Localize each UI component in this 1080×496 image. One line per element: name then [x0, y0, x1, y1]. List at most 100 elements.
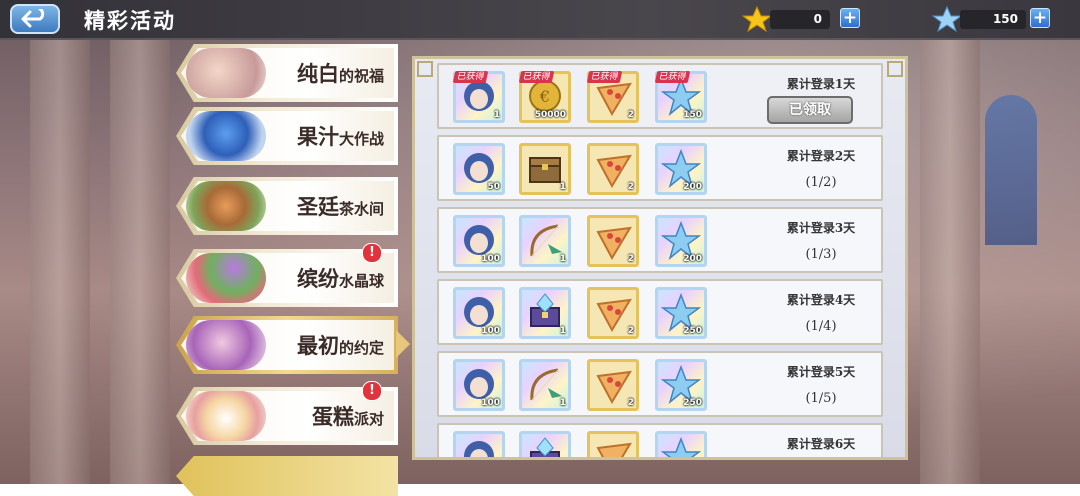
gem-box-item[interactable]: 1 [519, 287, 571, 339]
star-count: 0 [770, 10, 830, 29]
star-crystal-item[interactable]: 250 [655, 359, 707, 411]
add-crystal-button[interactable]: + [1030, 8, 1050, 28]
pizza-slice-icon [596, 442, 632, 457]
crystal-star-icon [660, 436, 702, 457]
pizza-item[interactable]: 2 [587, 215, 639, 267]
event-tab-cake-party[interactable]: 蛋糕派对 ! [176, 381, 398, 445]
background-pillar [110, 40, 170, 484]
login-day-label: 累计登录5天 [786, 365, 856, 379]
event-tab-partial[interactable] [176, 456, 398, 496]
gold-star-icon [742, 6, 772, 32]
event-tab-crystal-ball[interactable]: 缤纷水晶球 ! [176, 243, 398, 307]
event-art-purple-hair-girl [186, 320, 266, 370]
svg-text:€: € [539, 87, 550, 106]
item-quantity: 2 [627, 398, 634, 408]
reward-row-day-6: 累计登录6天 [437, 423, 883, 457]
item-quantity: 2 [627, 326, 634, 336]
pizza-item[interactable]: 2 [587, 143, 639, 195]
gem-box-icon [530, 437, 560, 457]
obtained-tag: 已获得 [586, 71, 623, 83]
event-tab-first-promise[interactable]: 最初的约定 [176, 316, 398, 374]
add-star-button[interactable]: + [840, 8, 860, 28]
item-quantity: 1 [493, 110, 500, 120]
bow-item[interactable]: 1 [519, 215, 571, 267]
login-day-label: 累计登录1天 [786, 77, 856, 91]
panel-corner-ornament [887, 61, 903, 77]
event-label: 缤纷水晶球 [296, 266, 384, 291]
alert-badge: ! [362, 243, 382, 263]
alert-badge: ! [362, 381, 382, 401]
item-quantity: 100 [481, 254, 500, 264]
event-art-blue-wings [186, 111, 266, 161]
item-quantity: 100 [481, 326, 500, 336]
portrait-item[interactable]: 100 [453, 359, 505, 411]
crystal-star-icon [932, 6, 962, 32]
event-label: 纯白的祝福 [296, 61, 384, 86]
login-day-label: 累计登录2天 [786, 149, 856, 163]
gem-box-item[interactable] [519, 431, 571, 457]
login-progress: (1/4) [805, 319, 837, 334]
item-quantity: 1 [559, 182, 566, 192]
top-bar: 精彩活动 0 + 150 + [0, 0, 1080, 40]
event-label: 果汁大作战 [296, 124, 384, 149]
event-label: 最初的约定 [296, 333, 384, 358]
portrait-item[interactable]: 100 [453, 215, 505, 267]
item-quantity: 100 [481, 398, 500, 408]
page-title: 精彩活动 [84, 8, 176, 33]
character-portrait-icon [464, 441, 494, 457]
selected-arrow-icon [396, 330, 410, 358]
obtained-tag: 已获得 [654, 71, 691, 83]
star-currency: 0 + [742, 6, 864, 32]
pizza-item[interactable]: 2 [587, 359, 639, 411]
crystal-count: 150 [960, 10, 1026, 29]
login-day-label: 累计登录6天 [786, 437, 856, 451]
banner-frame [176, 456, 398, 496]
pizza-item[interactable]: 已获得 2 [586, 71, 639, 123]
panel-corner-ornament [417, 61, 433, 77]
portrait-item[interactable]: 50 [453, 143, 505, 195]
portrait-item[interactable] [453, 431, 505, 457]
event-art-colorful-balls [186, 253, 266, 303]
login-progress: (1/5) [805, 391, 837, 406]
item-quantity: 1 [559, 326, 566, 336]
event-art-tea-plate [186, 181, 266, 231]
item-quantity: 2 [627, 182, 634, 192]
chest-item[interactable]: 1 [519, 143, 571, 195]
pizza-item[interactable]: 2 [587, 287, 639, 339]
login-reward-panel: 已获得 1 € 已获得 50000 已获得 2 已获得 150 累计登录1天 已… [412, 56, 908, 460]
item-quantity: 1 [559, 398, 566, 408]
event-tab-pure-white-blessing[interactable]: 纯白的祝福 [176, 44, 398, 102]
portrait-item[interactable]: 100 [453, 287, 505, 339]
item-quantity: 200 [683, 254, 702, 264]
item-quantity: 2 [627, 110, 634, 120]
event-tab-juice-battle[interactable]: 果汁大作战 [176, 107, 398, 165]
obtained-tag: 已获得 [518, 71, 555, 83]
event-art-white-hair-girl [186, 48, 266, 98]
login-progress: (1/2) [805, 175, 837, 190]
star-crystal-item[interactable]: 已获得 150 [654, 71, 707, 123]
event-label: 圣廷茶水间 [296, 194, 384, 219]
star-crystal-item[interactable]: 200 [655, 143, 707, 195]
portrait-item[interactable]: 已获得 1 [452, 71, 505, 123]
pizza-item[interactable] [587, 431, 639, 457]
login-progress: (1/3) [805, 247, 837, 262]
item-quantity: 1 [559, 254, 566, 264]
crystal-currency: 150 + [932, 6, 1052, 32]
star-crystal-item[interactable]: 200 [655, 215, 707, 267]
login-day-label: 累计登录4天 [786, 293, 856, 307]
coin-item[interactable]: € 已获得 50000 [518, 71, 571, 123]
back-button[interactable] [10, 4, 60, 34]
event-art-cake [186, 391, 266, 441]
bow-item[interactable]: 1 [519, 359, 571, 411]
claimed-button[interactable]: 已领取 [767, 96, 853, 124]
back-arrow-icon [21, 9, 45, 28]
login-day-label: 累计登录3天 [786, 221, 856, 235]
item-quantity: 250 [683, 398, 702, 408]
stained-glass-window [985, 95, 1037, 245]
item-quantity: 200 [683, 182, 702, 192]
star-crystal-item[interactable]: 250 [655, 287, 707, 339]
item-quantity: 50000 [534, 110, 566, 120]
item-quantity: 150 [683, 110, 702, 120]
star-crystal-item[interactable] [655, 431, 707, 457]
event-tab-holy-tearoom[interactable]: 圣廷茶水间 [176, 177, 398, 235]
